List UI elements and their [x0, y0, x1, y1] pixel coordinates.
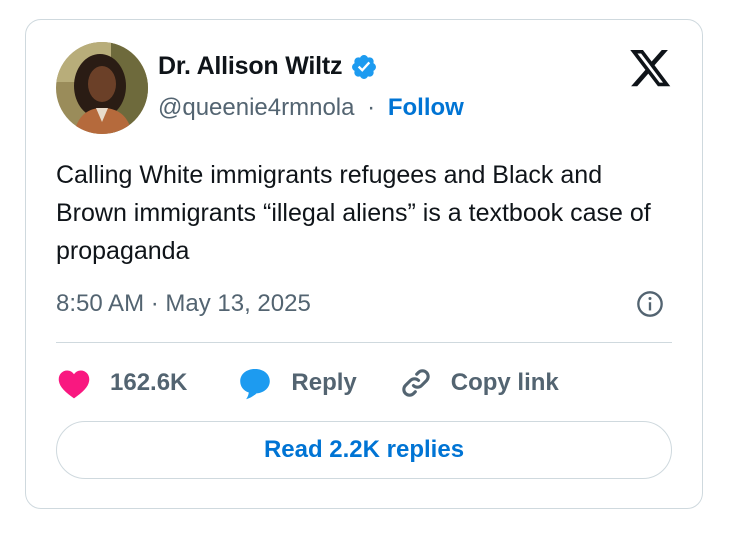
info-icon[interactable]: [636, 290, 664, 318]
action-bar: 162.6K Reply Copy link: [56, 363, 559, 403]
verified-badge-icon: [352, 54, 377, 79]
tweet-text: Calling White immigrants refugees and Bl…: [56, 161, 651, 265]
author-handle[interactable]: @queenie4rmnola: [158, 94, 355, 121]
x-logo-icon[interactable]: [630, 50, 672, 88]
tweet-embed-card: Dr. Allison Wiltz @queenie4rmnola · Foll…: [25, 19, 703, 509]
divider: [56, 342, 672, 343]
handle-separator: ·: [367, 94, 376, 121]
like-button[interactable]: 162.6K: [56, 367, 187, 399]
reply-button[interactable]: Reply: [237, 366, 357, 400]
reply-label: Reply: [291, 369, 357, 396]
avatar-photo-icon: [56, 42, 148, 134]
author-handle-row: @queenie4rmnola · Follow: [158, 94, 464, 122]
copy-link-button[interactable]: Copy link: [399, 366, 559, 400]
follow-button[interactable]: Follow: [388, 94, 464, 121]
author-display-name[interactable]: Dr. Allison Wiltz: [158, 52, 343, 81]
like-count: 162.6K: [110, 369, 188, 396]
tweet-timestamp[interactable]: 8:50 AM · May 13, 2025: [56, 290, 311, 318]
heart-icon: [58, 370, 90, 399]
link-icon: [402, 369, 430, 397]
read-replies-button[interactable]: Read 2.2K replies: [56, 421, 672, 479]
copy-link-label: Copy link: [450, 369, 559, 396]
avatar[interactable]: [56, 42, 148, 134]
speech-bubble-icon: [240, 368, 271, 400]
author-name-row: Dr. Allison Wiltz: [158, 52, 378, 81]
